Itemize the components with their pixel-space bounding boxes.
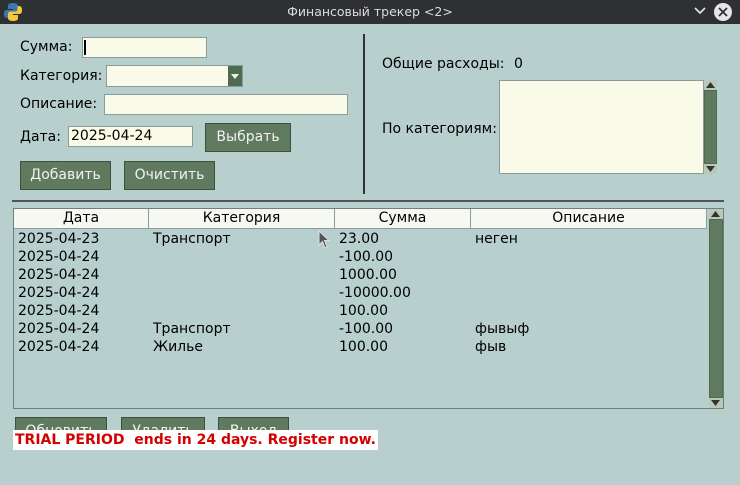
cell-amount: 100.00	[339, 303, 388, 319]
date-value: 2025-04-24	[71, 128, 153, 144]
cell-amount: -100.00	[339, 321, 394, 337]
amount-label: Сумма:	[20, 39, 73, 55]
table-row[interactable]: 2025-04-24 Жилье 100.00 фыв	[14, 338, 707, 356]
mouse-cursor-icon	[318, 230, 331, 249]
close-button[interactable]	[714, 3, 732, 21]
table-row[interactable]: 2025-04-24 1000.00	[14, 266, 707, 284]
main-window: Сумма: Категория: Описание: Дата: 2025-0…	[0, 24, 740, 485]
table-row[interactable]: 2025-04-23 Транспорт 23.00 неген	[14, 230, 707, 248]
date-label: Дата:	[20, 129, 61, 145]
cell-amount: 1000.00	[339, 267, 397, 283]
vertical-separator	[363, 34, 365, 194]
cell-amount: 100.00	[339, 339, 388, 355]
transactions-table[interactable]: Дата Категория Сумма Описание 2025-04-23…	[13, 208, 724, 409]
add-button[interactable]: Добавить	[20, 161, 111, 190]
clear-button[interactable]: Очистить	[124, 161, 215, 190]
cell-date: 2025-04-24	[18, 321, 100, 337]
table-row[interactable]: 2025-04-24 Транспорт -100.00 фывыф	[14, 320, 707, 338]
category-scrollbar[interactable]	[704, 80, 717, 174]
category-label: Категория:	[20, 68, 103, 84]
table-row[interactable]: 2025-04-24 -100.00	[14, 248, 707, 266]
total-expenses-value: 0	[514, 56, 523, 72]
cell-date: 2025-04-23	[18, 231, 100, 247]
scroll-thumb[interactable]	[705, 91, 716, 163]
chevron-down-icon[interactable]	[693, 4, 707, 18]
total-expenses-label: Общие расходы:	[382, 56, 505, 72]
table-scrollbar[interactable]	[709, 209, 723, 408]
column-header-description[interactable]: Описание	[471, 209, 707, 229]
chevron-up-icon	[706, 82, 715, 88]
date-input[interactable]: 2025-04-24	[68, 126, 193, 147]
cell-description: фывыф	[475, 321, 530, 337]
cell-description: неген	[475, 231, 518, 247]
cell-amount: -100.00	[339, 249, 394, 265]
cell-category: Транспорт	[153, 231, 231, 247]
chevron-down-icon	[231, 74, 239, 79]
trial-banner[interactable]: TRIAL PERIOD ends in 24 days. Register n…	[13, 430, 378, 450]
cell-date: 2025-04-24	[18, 249, 100, 265]
amount-input[interactable]	[82, 37, 207, 58]
table-row[interactable]: 2025-04-24 -10000.00	[14, 284, 707, 302]
horizontal-separator	[12, 200, 724, 202]
description-input[interactable]	[104, 94, 348, 115]
cell-amount: -10000.00	[339, 285, 411, 301]
title-bar: Финансовый трекер <2>	[0, 0, 740, 24]
table-row[interactable]: 2025-04-24 100.00	[14, 302, 707, 320]
category-summary-text[interactable]	[499, 80, 704, 174]
choose-date-button[interactable]: Выбрать	[205, 123, 291, 152]
cell-date: 2025-04-24	[18, 303, 100, 319]
cell-date: 2025-04-24	[18, 267, 100, 283]
scroll-down-button[interactable]	[709, 398, 723, 408]
close-icon	[718, 7, 728, 17]
cell-date: 2025-04-24	[18, 285, 100, 301]
description-label: Описание:	[20, 96, 98, 112]
table-header: Дата Категория Сумма Описание	[14, 209, 707, 229]
chevron-up-icon	[711, 211, 720, 217]
cell-category: Жилье	[153, 339, 203, 355]
scroll-thumb[interactable]	[710, 220, 722, 397]
category-select[interactable]	[106, 65, 243, 87]
cell-category: Транспорт	[153, 321, 231, 337]
window-title: Финансовый трекер <2>	[287, 4, 453, 19]
category-dropdown-button[interactable]	[228, 66, 242, 86]
cell-date: 2025-04-24	[18, 339, 100, 355]
cell-description: фыв	[475, 339, 507, 355]
scroll-down-button[interactable]	[704, 164, 717, 174]
cell-amount: 23.00	[339, 231, 380, 247]
column-header-date[interactable]: Дата	[14, 209, 149, 229]
scroll-up-button[interactable]	[709, 209, 723, 219]
by-category-label: По категориям:	[382, 121, 497, 137]
scroll-up-button[interactable]	[704, 80, 717, 90]
column-header-amount[interactable]: Сумма	[335, 209, 471, 229]
chevron-down-icon	[711, 400, 720, 406]
column-header-category[interactable]: Категория	[149, 209, 335, 229]
chevron-down-icon	[706, 166, 715, 172]
text-cursor	[84, 40, 86, 55]
